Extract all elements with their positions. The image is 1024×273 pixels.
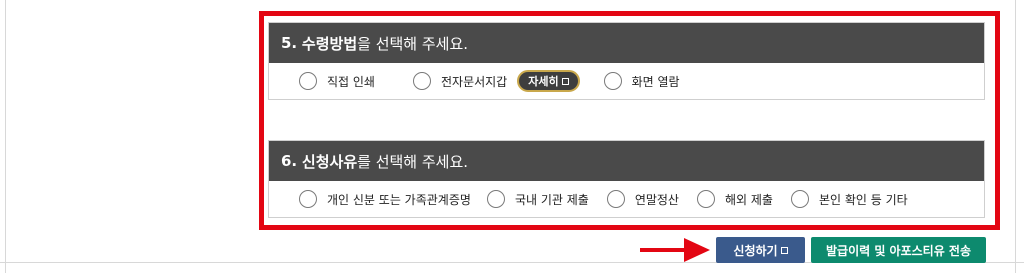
- external-link-icon: [780, 246, 788, 254]
- option-identity-family[interactable]: 개인 신분 또는 가족관계증명: [299, 190, 471, 208]
- radio-button[interactable]: [412, 72, 431, 90]
- option-label: 전자문서지갑: [440, 74, 508, 89]
- external-link-icon: [561, 77, 569, 85]
- section-request-reason: 6. 신청사유 를 선택해 주세요. 개인 신분 또는 가족관계증명 국내 기관 …: [268, 140, 985, 218]
- radio-button[interactable]: [299, 72, 317, 90]
- section-receive-method: 5. 수령방법 을 선택해 주세요. 직접 인쇄 전자문서지갑 자세히 화면 열람: [268, 22, 985, 100]
- detail-button[interactable]: 자세히: [517, 70, 580, 92]
- radio-button[interactable]: [603, 72, 622, 90]
- apply-button[interactable]: 신청하기: [716, 237, 805, 263]
- radio-button[interactable]: [790, 190, 809, 208]
- detail-button-label: 자세히: [528, 75, 559, 88]
- section-5-number: 5.: [281, 34, 298, 52]
- section-5-header: 5. 수령방법 을 선택해 주세요.: [269, 23, 984, 63]
- option-screen-view[interactable]: 화면 열람: [603, 72, 680, 90]
- arrow-right-icon: [640, 238, 710, 262]
- radio-button[interactable]: [696, 190, 715, 208]
- section-5-options: 직접 인쇄 전자문서지갑 자세히 화면 열람: [269, 63, 984, 99]
- option-other[interactable]: 본인 확인 등 기타: [790, 190, 908, 208]
- section-6-title-rest: 를 선택해 주세요.: [357, 152, 469, 171]
- option-overseas[interactable]: 해외 제출: [696, 190, 773, 208]
- option-label: 직접 인쇄: [327, 74, 375, 89]
- option-label: 연말정산: [634, 192, 679, 207]
- section-6-header: 6. 신청사유 를 선택해 주세요.: [269, 141, 984, 181]
- option-e-wallet[interactable]: 전자문서지갑: [412, 72, 508, 90]
- apply-button-label: 신청하기: [733, 243, 778, 258]
- section-6-options: 개인 신분 또는 가족관계증명 국내 기관 제출 연말정산 해외 제출 본인 확…: [269, 181, 984, 217]
- radio-button[interactable]: [606, 190, 625, 208]
- right-frame: [1015, 0, 1024, 273]
- option-label: 개인 신분 또는 가족관계증명: [327, 192, 471, 207]
- option-domestic-agency[interactable]: 국내 기관 제출: [486, 190, 589, 208]
- option-label: 해외 제출: [724, 192, 773, 207]
- radio-button[interactable]: [486, 190, 505, 208]
- left-frame: [0, 0, 6, 273]
- option-year-end-tax[interactable]: 연말정산: [606, 190, 679, 208]
- section-5-title-bold: 수령방법: [301, 34, 358, 53]
- section-6-title-bold: 신청사유: [301, 152, 358, 171]
- history-apostille-button[interactable]: 발급이력 및 아포스티유 전송: [811, 237, 986, 263]
- option-label: 국내 기관 제출: [514, 192, 589, 207]
- option-label: 화면 열람: [631, 74, 680, 89]
- section-6-number: 6.: [281, 152, 298, 170]
- option-direct-print[interactable]: 직접 인쇄: [299, 72, 375, 90]
- section-5-title-rest: 을 선택해 주세요.: [357, 34, 469, 53]
- radio-button[interactable]: [299, 190, 317, 208]
- history-button-label: 발급이력 및 아포스티유 전송: [825, 243, 971, 258]
- option-label: 본인 확인 등 기타: [818, 192, 908, 207]
